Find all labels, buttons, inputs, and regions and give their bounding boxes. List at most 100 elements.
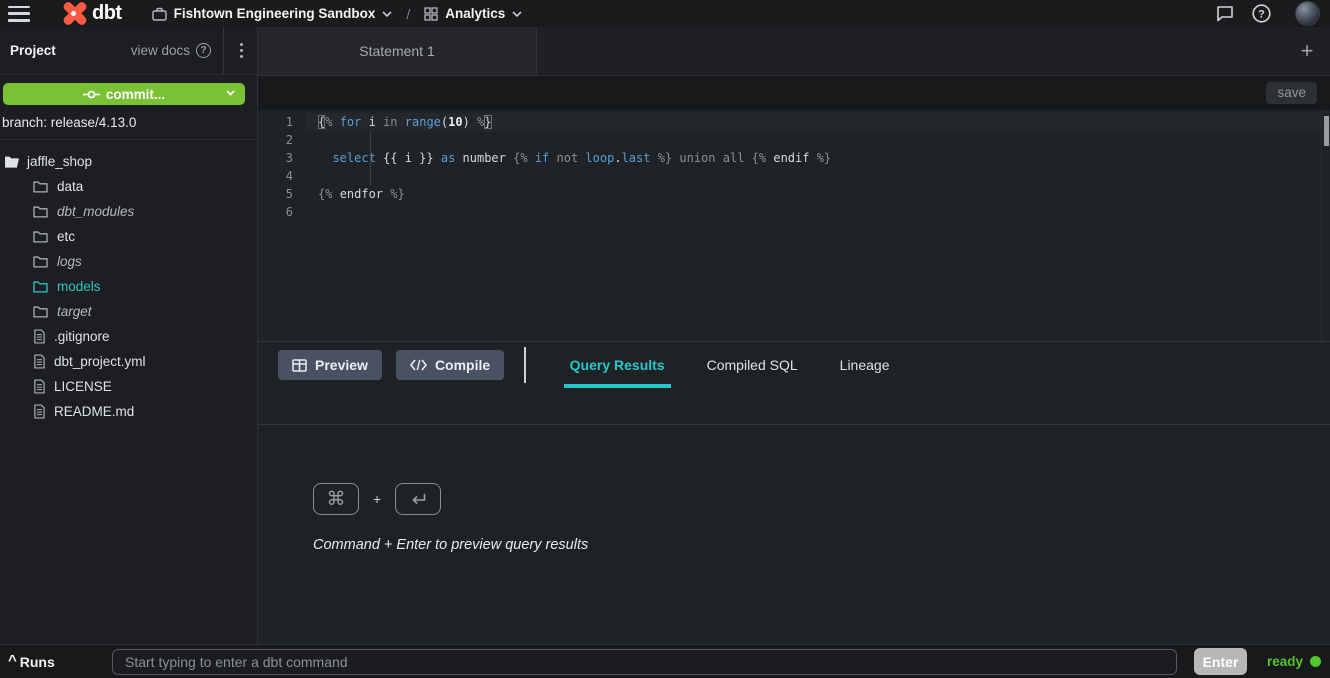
chevron-down-icon (382, 11, 392, 17)
status-dot (1310, 656, 1321, 667)
hamburger-menu-icon[interactable] (8, 6, 30, 22)
folder-icon (33, 230, 48, 243)
enter-key-icon (395, 483, 441, 515)
tab-statement-1[interactable]: Statement 1 (258, 27, 537, 75)
commit-label: commit... (106, 87, 165, 102)
results-panel: Preview Compile Query Results Compiled SQ… (258, 341, 1330, 644)
dbt-logo-icon (62, 1, 88, 27)
folder-open-icon (4, 155, 20, 168)
commit-button[interactable]: commit... (3, 83, 245, 105)
tab-query-results[interactable]: Query Results (564, 342, 671, 388)
view-docs-link[interactable]: view docs ? (131, 43, 211, 58)
folder-icon (33, 255, 48, 268)
user-avatar[interactable] (1295, 1, 1320, 26)
code-content[interactable]: {% for i in range(10) %} select {{ i }} … (306, 110, 1321, 341)
code-editor[interactable]: 123456 {% for i in range(10) %} select {… (258, 110, 1330, 341)
tree-item-dbt-modules[interactable]: dbt_modules (0, 199, 257, 224)
chevron-down-icon (512, 11, 522, 17)
line-number: 2 (258, 131, 306, 149)
editor-toolbar: save (258, 76, 1330, 110)
tree-item-label: jaffle_shop (27, 154, 92, 169)
plus-separator: + (373, 491, 381, 507)
status-label: ready (1267, 654, 1303, 669)
dbt-cloud-ide: dbt Fishtown Engineering Sandbox / Analy… (0, 0, 1330, 678)
docs-help-icon: ? (196, 43, 211, 58)
tree-item--gitignore[interactable]: .gitignore (0, 324, 257, 349)
compile-label: Compile (435, 357, 490, 373)
file-icon (33, 404, 45, 419)
tree-item-models[interactable]: models (0, 274, 257, 299)
new-tab-button[interactable]: + (1284, 27, 1330, 75)
command-key-icon: ⌘ (313, 483, 359, 515)
line-number-gutter: 123456 (258, 110, 306, 341)
preview-button[interactable]: Preview (278, 350, 382, 380)
account-switcher[interactable]: Fishtown Engineering Sandbox (152, 6, 393, 21)
tree-item-label: .gitignore (54, 329, 110, 344)
results-subheader (258, 388, 1330, 425)
tree-item-logs[interactable]: logs (0, 249, 257, 274)
results-tabs: Query Results Compiled SQL Lineage (564, 342, 896, 388)
compile-button[interactable]: Compile (396, 350, 504, 380)
tree-item-label: dbt_modules (57, 204, 134, 219)
tree-item-dbt-project-yml[interactable]: dbt_project.yml (0, 349, 257, 374)
command-bar: ^ Runs Enter ready (0, 644, 1330, 678)
folder-icon (33, 205, 48, 218)
dbt-logo: dbt (62, 1, 122, 27)
tree-item-license[interactable]: LICENSE (0, 374, 257, 399)
results-toolbar: Preview Compile Query Results Compiled SQ… (258, 342, 1330, 388)
tree-item-etc[interactable]: etc (0, 224, 257, 249)
enter-button[interactable]: Enter (1194, 648, 1247, 675)
runs-toggle[interactable]: ^ Runs (8, 654, 112, 670)
empty-state-hint: Command + Enter to preview query results (313, 537, 1330, 553)
status-indicator: ready (1247, 654, 1321, 669)
tab-lineage[interactable]: Lineage (834, 342, 896, 388)
preview-label: Preview (315, 357, 368, 373)
runs-label: Runs (20, 654, 55, 670)
help-icon[interactable]: ? (1252, 4, 1271, 23)
scrollbar-thumb[interactable] (1324, 116, 1329, 146)
tree-item-jaffle-shop[interactable]: jaffle_shop (0, 149, 257, 174)
grid-icon (424, 7, 438, 21)
kebab-menu-icon[interactable] (223, 27, 251, 74)
line-number: 4 (258, 167, 306, 185)
line-number: 3 (258, 149, 306, 167)
code-line-2 (306, 131, 1321, 149)
chat-icon[interactable] (1216, 5, 1234, 22)
tab-compiled-sql[interactable]: Compiled SQL (701, 342, 804, 388)
dbt-command-input[interactable] (112, 649, 1177, 675)
indent-guide (370, 131, 371, 185)
breadcrumb-separator: / (406, 6, 410, 22)
tree-item-label: models (57, 279, 101, 294)
tree-item-label: README.md (54, 404, 134, 419)
line-number: 6 (258, 203, 306, 221)
file-icon (33, 379, 45, 394)
toolbar-divider (524, 347, 526, 383)
top-bar: dbt Fishtown Engineering Sandbox / Analy… (0, 0, 1330, 27)
code-line-1: {% for i in range(10) %} (306, 113, 1321, 131)
tree-item-label: logs (57, 254, 82, 269)
editor-pane: Statement 1 + save 123456 {% for i in ra… (258, 27, 1330, 644)
git-commit-icon (83, 89, 100, 100)
tree-item-readme-md[interactable]: README.md (0, 399, 257, 424)
editor-scrollbar[interactable] (1321, 110, 1330, 341)
tree-item-label: LICENSE (54, 379, 112, 394)
account-name: Fishtown Engineering Sandbox (174, 6, 376, 21)
code-line-6 (306, 203, 1321, 221)
table-icon (292, 359, 307, 372)
tree-item-data[interactable]: data (0, 174, 257, 199)
folder-icon (33, 180, 48, 193)
code-line-3: select {{ i }} as number {% if not loop.… (306, 149, 1321, 167)
code-icon (410, 359, 427, 371)
code-line-4 (306, 167, 1321, 185)
folder-icon (33, 305, 48, 318)
chevron-up-icon: ^ (8, 656, 17, 666)
save-button[interactable]: save (1266, 82, 1317, 104)
editor-tab-bar: Statement 1 + (258, 27, 1330, 76)
results-empty-state: ⌘ + Command + Enter to preview query res… (258, 425, 1330, 644)
sidebar-title: Project (10, 43, 56, 58)
dbt-logo-text: dbt (92, 2, 122, 25)
tree-item-target[interactable]: target (0, 299, 257, 324)
chevron-down-icon (226, 90, 235, 96)
project-switcher[interactable]: Analytics (424, 6, 522, 21)
project-name: Analytics (445, 6, 505, 21)
